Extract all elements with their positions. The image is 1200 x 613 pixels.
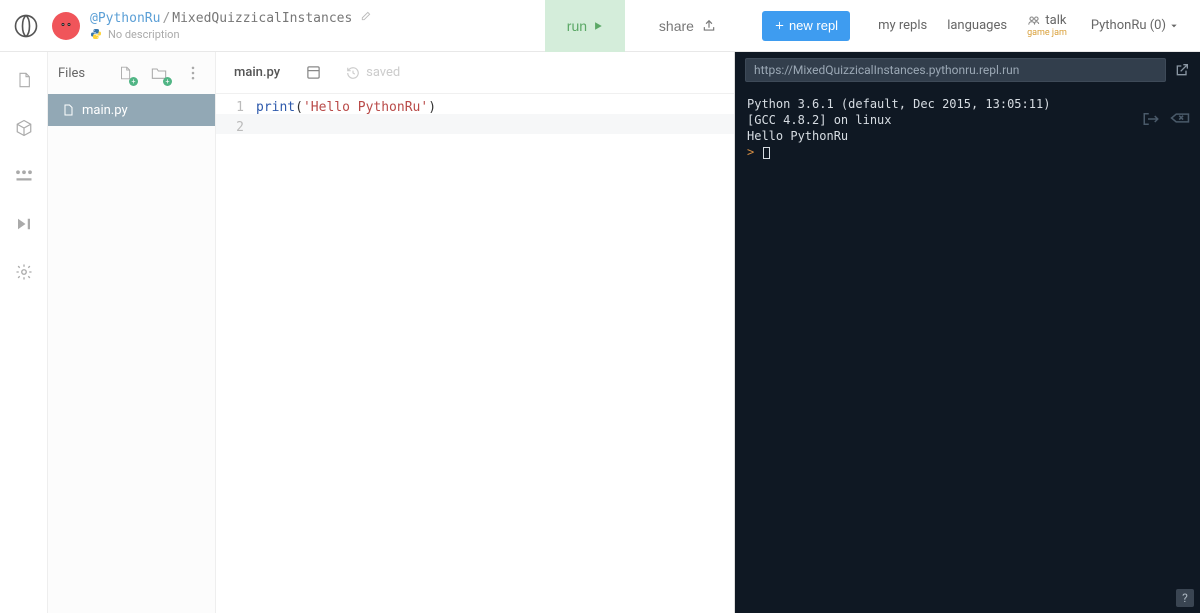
activity-bar: [0, 52, 48, 613]
console-header: https://MixedQuizzicalInstances.pythonru…: [735, 52, 1200, 88]
user-menu[interactable]: PythonRu (0): [1077, 18, 1188, 33]
files-title: Files: [58, 66, 103, 81]
console-pane: https://MixedQuizzicalInstances.pythonru…: [735, 52, 1200, 613]
saved-indicator: saved: [346, 65, 400, 80]
activity-version-icon[interactable]: [14, 166, 34, 186]
nav-languages[interactable]: languages: [937, 18, 1017, 33]
file-icon: [62, 103, 74, 117]
run-button[interactable]: run: [545, 0, 625, 52]
plus-icon: [774, 20, 785, 31]
file-item-main[interactable]: main.py: [48, 94, 215, 126]
line-gutter: 1 2: [216, 94, 256, 613]
files-sidebar: Files + + main.py: [48, 52, 216, 613]
editor-tabs: main.py saved: [216, 52, 734, 94]
breadcrumb-project[interactable]: MixedQuizzicalInstances: [172, 11, 352, 26]
console-actions: [1142, 112, 1190, 130]
project-description[interactable]: No description: [108, 28, 180, 41]
breadcrumb: @PythonRu / MixedQuizzicalInstances: [90, 11, 545, 26]
history-icon: [346, 66, 360, 80]
breadcrumb-separator: /: [162, 11, 170, 26]
play-icon: [593, 21, 603, 31]
editor-pane: main.py saved 1 2 print('Hello PythonRu'…: [216, 52, 735, 613]
help-icon[interactable]: ?: [1176, 589, 1194, 607]
new-repl-button[interactable]: new repl: [762, 11, 850, 41]
people-icon: [1027, 15, 1041, 26]
new-file-icon[interactable]: +: [113, 61, 137, 85]
replit-logo-icon[interactable]: [12, 12, 40, 40]
code-editor[interactable]: 1 2 print('Hello PythonRu'): [216, 94, 734, 613]
python-icon: [90, 28, 102, 40]
nav-talk[interactable]: talk game jam: [1017, 13, 1077, 38]
new-folder-icon[interactable]: +: [147, 61, 171, 85]
open-external-icon[interactable]: [1174, 62, 1190, 78]
activity-packages-icon[interactable]: [14, 118, 34, 138]
files-header: Files + +: [48, 52, 215, 94]
top-header: @PythonRu / MixedQuizzicalInstances No d…: [0, 0, 1200, 52]
console-output[interactable]: Python 3.6.1 (default, Dec 2015, 13:05:1…: [735, 88, 1200, 613]
edit-name-icon[interactable]: [360, 11, 371, 26]
project-subline: No description: [90, 28, 545, 41]
talk-sublabel: game jam: [1027, 28, 1067, 38]
activity-debugger-icon[interactable]: [14, 214, 34, 234]
console-url-input[interactable]: https://MixedQuizzicalInstances.pythonru…: [745, 58, 1166, 82]
activity-settings-icon[interactable]: [14, 262, 34, 282]
chevron-down-icon: [1170, 22, 1178, 30]
activity-files-icon[interactable]: [14, 70, 34, 90]
nav-my-repls[interactable]: my repls: [868, 18, 937, 33]
editor-layout-icon[interactable]: [304, 64, 322, 82]
console-exit-icon[interactable]: [1142, 112, 1160, 130]
editor-tab-main[interactable]: main.py: [234, 65, 280, 80]
code-content: print('Hello PythonRu'): [256, 94, 734, 613]
share-icon: [702, 19, 716, 33]
file-item-label: main.py: [82, 103, 128, 118]
project-breadcrumb-area: @PythonRu / MixedQuizzicalInstances No d…: [90, 11, 545, 41]
console-clear-icon[interactable]: [1170, 112, 1190, 130]
share-button[interactable]: share: [643, 0, 732, 52]
user-avatar[interactable]: [52, 12, 80, 40]
terminal-cursor: [763, 147, 770, 159]
breadcrumb-author[interactable]: @PythonRu: [90, 11, 160, 26]
files-more-icon[interactable]: [181, 61, 205, 85]
